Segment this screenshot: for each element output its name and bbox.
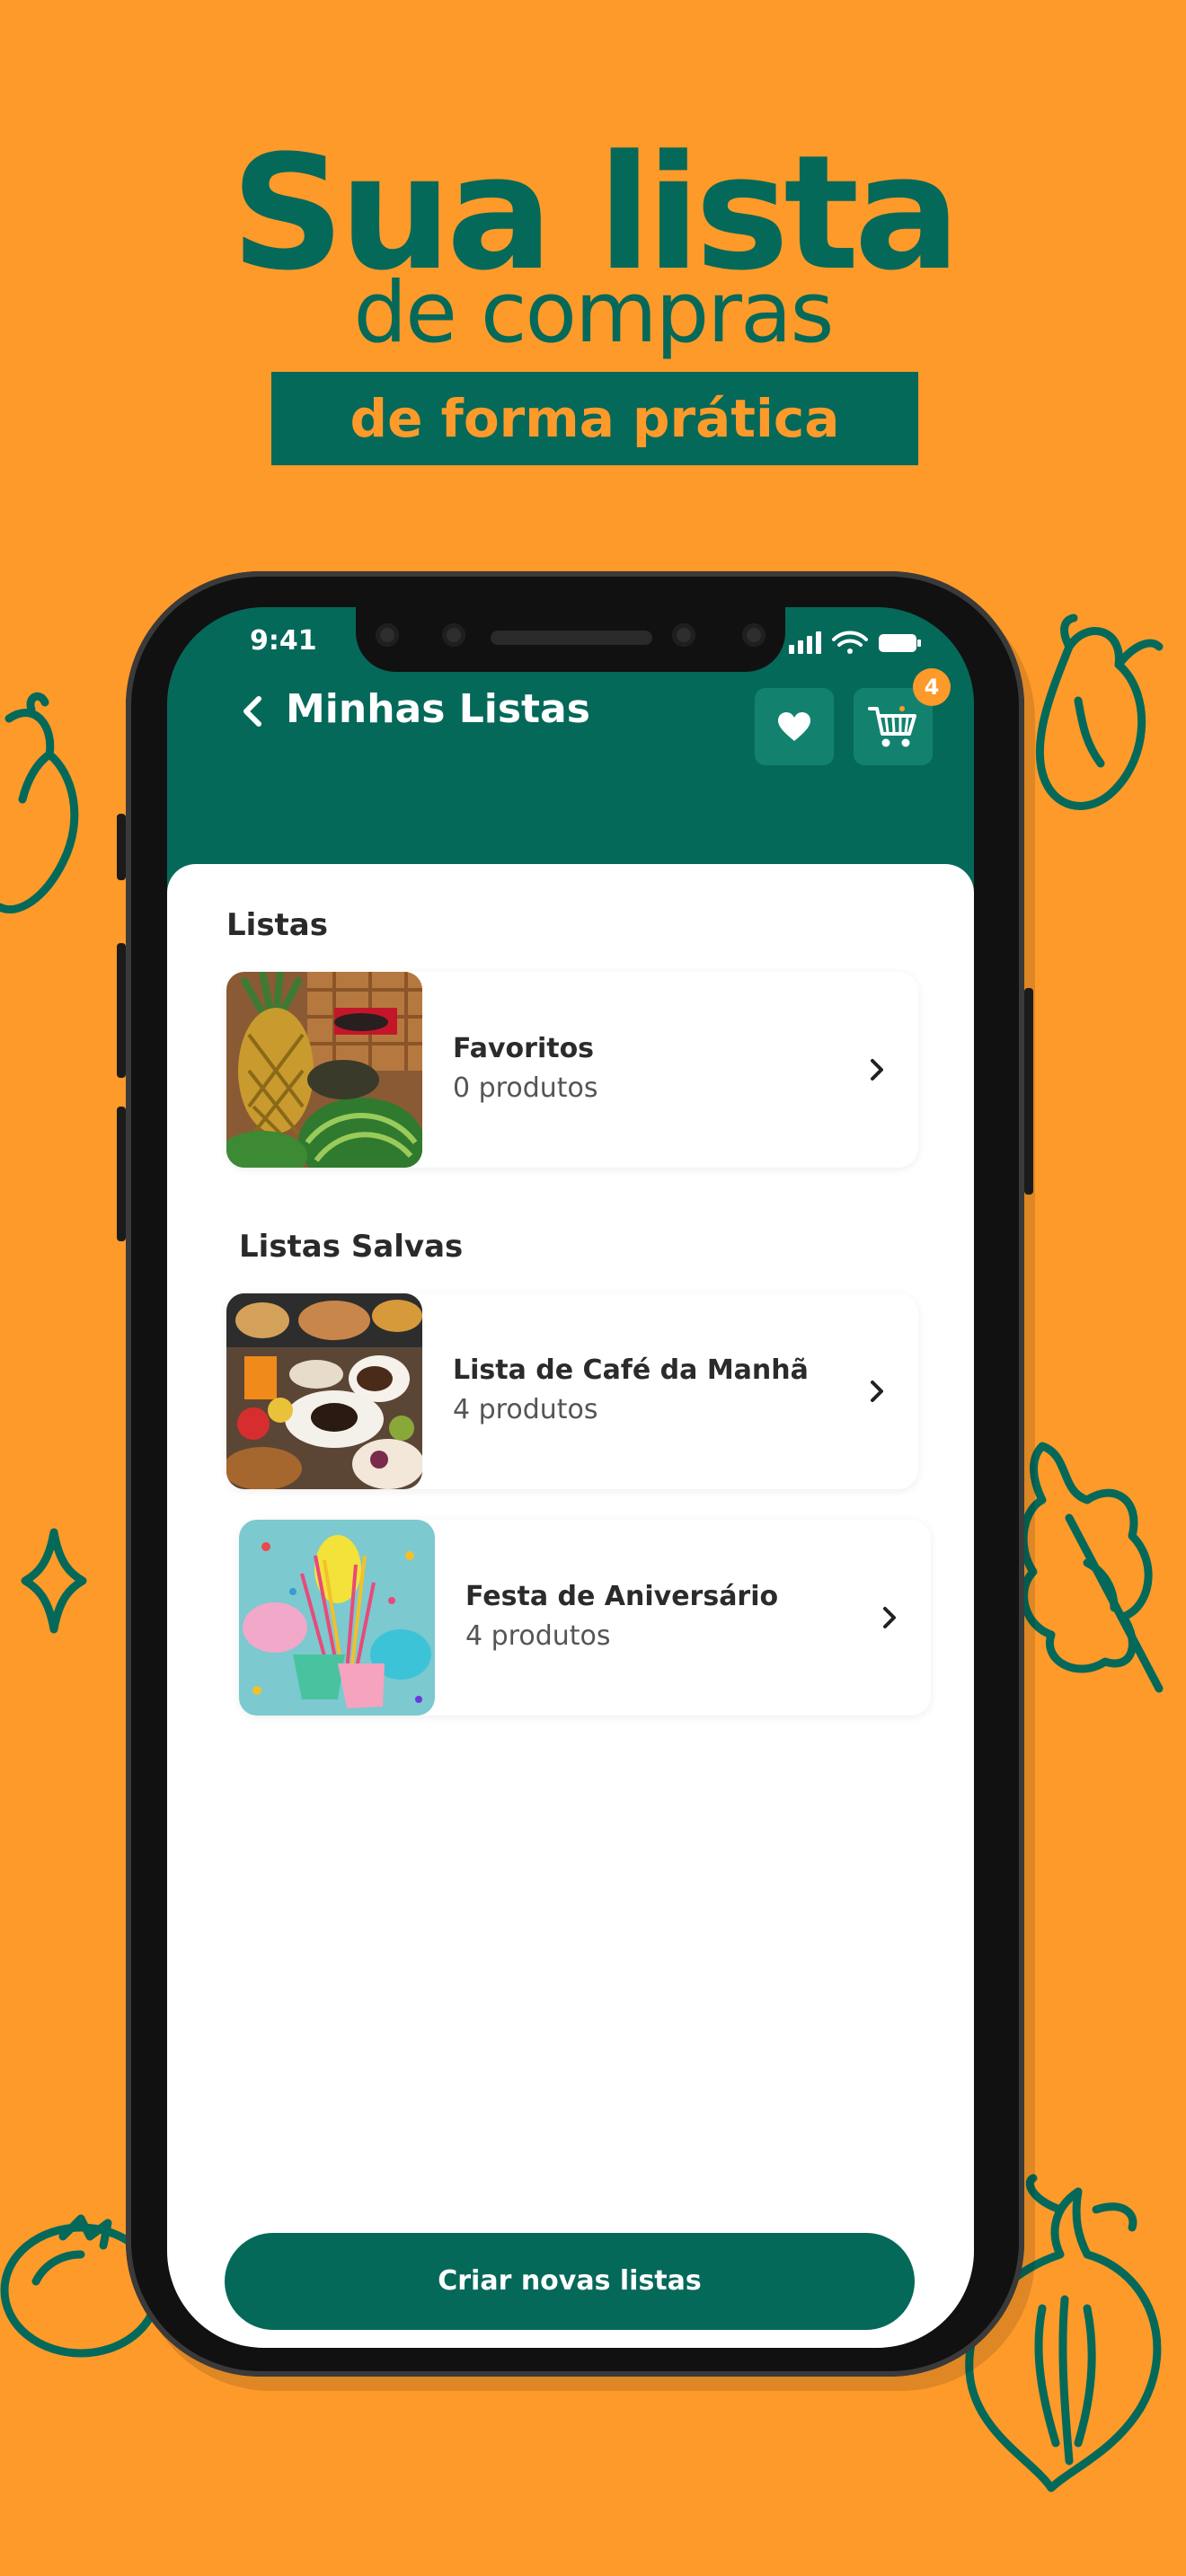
list-count: 4 produtos — [465, 1620, 611, 1652]
list-count: 4 produtos — [453, 1394, 598, 1425]
content-sheet: Listas Favoritos 0 produtos Listas Salva… — [167, 864, 974, 2348]
chevron-right-icon — [871, 1059, 883, 1081]
headline-band: de forma prática — [271, 372, 918, 465]
front-camera — [442, 623, 465, 647]
create-list-button[interactable]: Criar novas listas — [225, 2233, 915, 2330]
list-title: Festa de Aniversário — [465, 1581, 779, 1612]
wifi-icon — [832, 631, 868, 654]
battery-icon — [879, 634, 921, 652]
volume-up-button — [117, 943, 126, 1078]
chevron-left-icon[interactable] — [239, 693, 268, 729]
status-time: 9:41 — [250, 625, 317, 657]
pepper-doodle-left-icon — [0, 692, 79, 914]
favorites-button[interactable] — [755, 688, 834, 765]
list-title: Favoritos — [453, 1033, 595, 1064]
cart-icon — [868, 706, 916, 747]
earpiece-speaker — [491, 631, 652, 645]
mute-switch — [117, 814, 126, 880]
sensor-dot — [742, 623, 766, 647]
list-item[interactable]: Festa de Aniversário 4 produtos — [239, 1520, 931, 1716]
sensor-dot — [376, 623, 399, 647]
headline-subtitle: de compras — [353, 264, 834, 362]
section-title-lists: Listas — [226, 907, 328, 943]
chevron-right-icon — [871, 1381, 883, 1402]
pepper-doodle-right-icon — [1035, 613, 1164, 810]
fruits-market-photo — [226, 972, 422, 1168]
power-button — [1024, 988, 1033, 1195]
phone-screen: 9:41 Minhas Listas 4 Listas Favoritos 0 … — [167, 607, 974, 2348]
volume-down-button — [117, 1107, 126, 1241]
party-photo — [239, 1520, 435, 1716]
list-count: 0 produtos — [453, 1072, 598, 1104]
phone-notch — [356, 607, 785, 672]
sensor-dot — [672, 623, 695, 647]
cart-count-badge: 4 — [913, 668, 951, 706]
heart-icon — [778, 712, 810, 741]
signal-icon — [789, 631, 821, 654]
breakfast-photo — [226, 1293, 422, 1489]
list-title: Lista de Café da Manhã — [453, 1354, 809, 1386]
list-item[interactable]: Lista de Café da Manhã 4 produtos — [226, 1293, 918, 1489]
list-item[interactable]: Favoritos 0 produtos — [226, 972, 918, 1168]
status-icons — [789, 629, 924, 659]
section-title-saved-lists: Listas Salvas — [239, 1229, 464, 1265]
sparkle-doodle-icon — [21, 1528, 87, 1634]
page-title: Minhas Listas — [286, 686, 590, 732]
chevron-right-icon — [883, 1607, 896, 1628]
